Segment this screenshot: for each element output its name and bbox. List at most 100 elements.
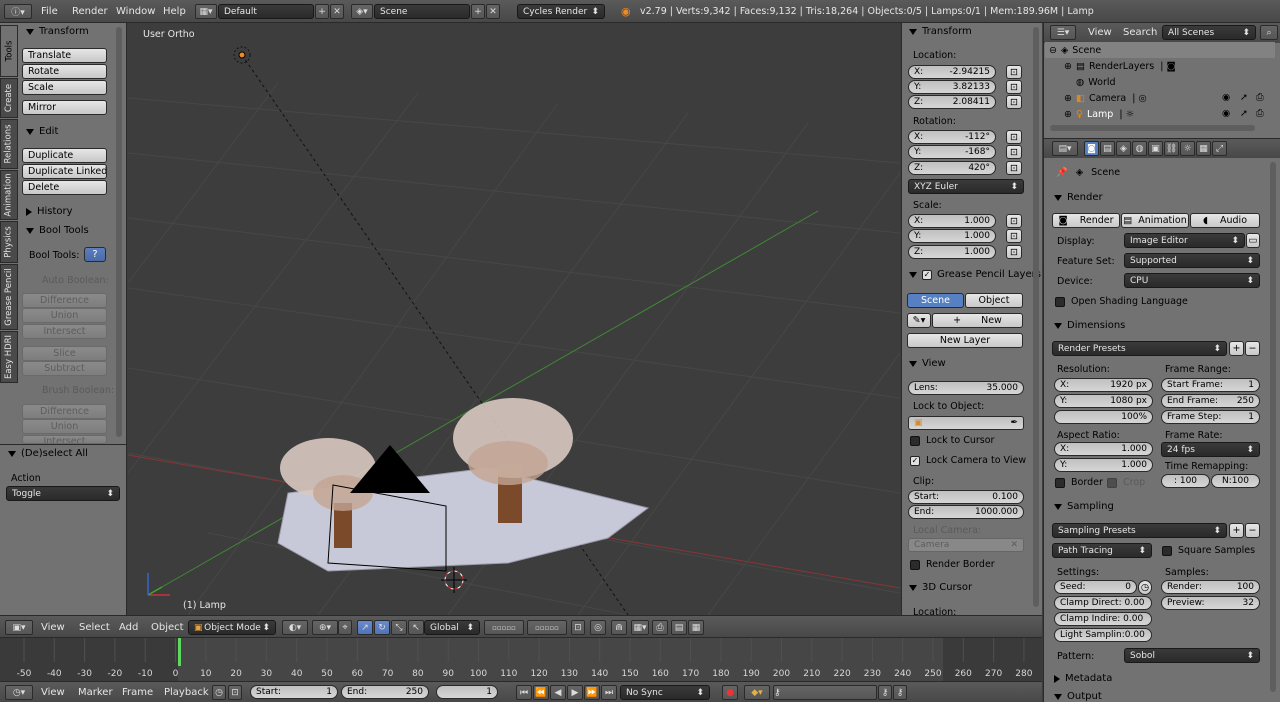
render-border-checkbox[interactable] — [910, 559, 920, 570]
jump-keyframe-forward-button[interactable]: ⏩ — [584, 685, 600, 700]
gp-object-button[interactable]: Object — [965, 293, 1023, 308]
renderlayers-context-icon[interactable]: ▤ — [1100, 141, 1115, 156]
lock-location-x[interactable]: ⊡ — [1006, 65, 1022, 79]
lamp-visibility-eye-icon[interactable]: ◉ — [1222, 108, 1230, 119]
lock-camera-row[interactable]: ✓ Lock Camera to View — [910, 455, 1026, 466]
outliner-item-renderlayers[interactable]: ⊕ ▤ RenderLayers | ◙ — [1064, 58, 1264, 74]
pivot-button[interactable]: ⊕▾ — [312, 620, 338, 635]
gp-scene-button[interactable]: Scene — [907, 293, 964, 308]
clamp-direct-field[interactable]: Clamp Direct: 0.00 — [1054, 596, 1152, 610]
tab-grease-pencil[interactable]: Grease Pencil — [0, 264, 18, 330]
square-samples-checkbox[interactable] — [1162, 545, 1172, 556]
metadata-panel-header[interactable]: Metadata — [1054, 673, 1112, 684]
start-frame-field[interactable]: Start: 1 — [250, 685, 338, 699]
operator-header[interactable]: (De)select All — [8, 448, 88, 459]
seed-animate-button[interactable]: ◷ — [1138, 580, 1152, 595]
preview-range-button[interactable]: ◷ — [212, 685, 226, 700]
render-border-row[interactable]: Render Border — [910, 559, 995, 570]
audio-button[interactable]: ◖ Audio — [1190, 213, 1260, 228]
rotation-mode-dropdown[interactable]: XYZ Euler ⬍ — [908, 179, 1024, 194]
extra-button[interactable]: ▦ — [688, 620, 704, 635]
viewport-menu-object[interactable]: Object — [151, 622, 184, 633]
menu-help[interactable]: Help — [163, 6, 186, 17]
timeline-menu-frame[interactable]: Frame — [122, 687, 153, 698]
outliner-menu-view[interactable]: View — [1088, 27, 1112, 38]
shading-button[interactable]: ◐▾ — [282, 620, 308, 635]
timeline-menu-playback[interactable]: Playback — [164, 687, 209, 698]
preview-samples-field[interactable]: Preview: 32 — [1161, 596, 1260, 610]
lock-location-z[interactable]: ⊡ — [1006, 95, 1022, 109]
snap-target-button[interactable]: ▦▾ — [631, 620, 649, 635]
sampling-presets-dropdown[interactable]: Sampling Presets ⬍ — [1052, 523, 1227, 538]
outliner-hscrollbar[interactable] — [1050, 125, 1255, 131]
outliner-item-lamp[interactable]: ⊕ ♀ Lamp | ☼ — [1064, 106, 1234, 122]
normal-manipulator[interactable]: ↖ — [408, 620, 424, 635]
pattern-dropdown[interactable]: Sobol ⬍ — [1124, 648, 1260, 663]
scale-x-field[interactable]: X: 1.000 — [908, 214, 996, 228]
info-editor-type-button[interactable]: ⓘ▾ — [4, 4, 32, 19]
location-y-field[interactable]: Y: 3.82133 — [908, 80, 996, 94]
frame-rate-dropdown[interactable]: 24 fps ⬍ — [1161, 442, 1260, 457]
display-dropdown[interactable]: Image Editor ⬍ — [1124, 233, 1245, 248]
outliner-item-scene[interactable]: ⊖ ◈ Scene — [1045, 42, 1275, 58]
square-samples-row[interactable]: Square Samples — [1162, 545, 1255, 556]
mode-dropdown[interactable]: ▣ Object Mode ⬍ — [188, 620, 276, 635]
translate-button[interactable]: Translate — [22, 48, 107, 63]
time-remap-old-field[interactable]: : 100 — [1161, 474, 1210, 488]
editor-type-button[interactable]: ▣▾ — [5, 620, 33, 635]
jump-keyframe-back-button[interactable]: ⏪ — [533, 685, 549, 700]
end-frame-prop-field[interactable]: End Frame: 250 — [1161, 394, 1260, 408]
record-button[interactable]: ● — [722, 685, 738, 700]
location-z-field[interactable]: Z: 2.08411 — [908, 95, 996, 109]
scene-type-button[interactable]: ◈▾ — [351, 4, 373, 19]
expand-icon[interactable]: ⊕ — [1064, 61, 1072, 72]
panel-booltools-header[interactable]: Bool Tools — [26, 225, 89, 236]
viewport-menu-view[interactable]: View — [41, 622, 65, 633]
render-presets-dropdown[interactable]: Render Presets ⬍ — [1052, 341, 1227, 356]
object-context-icon[interactable]: ▣ — [1148, 141, 1163, 156]
feature-set-dropdown[interactable]: Supported ⬍ — [1124, 253, 1260, 268]
scene-remove-button[interactable]: ✕ — [486, 4, 500, 19]
opengl-render-button[interactable]: ⎙ — [652, 620, 668, 635]
clip-end-field[interactable]: End: 1000.000 — [908, 505, 1024, 519]
delete-keyframe-button[interactable]: ⚷ — [893, 685, 907, 700]
time-remap-new-field[interactable]: N:100 — [1211, 474, 1260, 488]
layers-group-1[interactable]: ▫▫▫▫▫ — [484, 620, 524, 635]
manipulator-toggle[interactable]: ⌖ — [338, 620, 352, 635]
constraints-context-icon[interactable]: ⛓ — [1164, 141, 1179, 156]
lock-scale-z[interactable]: ⊡ — [1006, 245, 1022, 259]
tab-animation[interactable]: Animation — [0, 170, 18, 220]
lock-object-field[interactable]: ▣ ✒ — [908, 416, 1024, 430]
scale-z-field[interactable]: Z: 1.000 — [908, 245, 996, 259]
tool-shelf-scrollbar[interactable] — [116, 27, 122, 437]
lock-rotation-x[interactable]: ⊡ — [1006, 130, 1022, 144]
timeline-editor-type[interactable]: ◷▾ — [5, 685, 33, 700]
viewport-menu-select[interactable]: Select — [79, 622, 110, 633]
start-frame-prop-field[interactable]: Start Frame: 1 — [1161, 378, 1260, 392]
orientation-dropdown[interactable]: Global ⬍ — [424, 620, 480, 635]
jump-start-button[interactable]: ⏮ — [516, 685, 532, 700]
sync-dropdown[interactable]: No Sync ⬍ — [620, 685, 710, 700]
menu-render[interactable]: Render — [72, 6, 108, 17]
viewport-menu-add[interactable]: Add — [119, 622, 138, 633]
end-frame-field[interactable]: End: 250 — [341, 685, 429, 699]
resolution-y-field[interactable]: Y: 1080 px — [1054, 394, 1153, 408]
lock-range-button[interactable]: ⊡ — [228, 685, 242, 700]
rotation-x-field[interactable]: X: -112° — [908, 130, 996, 144]
layout-selector[interactable]: Default — [218, 4, 314, 19]
panel-history-header[interactable]: History — [26, 206, 73, 217]
proportional-edit-button[interactable]: ◎ — [590, 620, 606, 635]
texture-context-icon[interactable]: ▦ — [1196, 141, 1211, 156]
world-context-icon[interactable]: ◍ — [1132, 141, 1147, 156]
dimensions-panel-header[interactable]: Dimensions — [1054, 320, 1125, 331]
aspect-y-field[interactable]: Y: 1.000 — [1054, 458, 1153, 472]
properties-scrollbar[interactable] — [1270, 162, 1276, 692]
properties-editor-type[interactable]: ▤▾ — [1052, 141, 1078, 156]
menu-window[interactable]: Window — [116, 6, 155, 17]
layout-add-button[interactable]: + — [315, 4, 329, 19]
tab-easy-hdri[interactable]: Easy HDRI — [0, 331, 18, 383]
outliner-filter-dropdown[interactable]: All Scenes ⬍ — [1162, 25, 1256, 40]
menu-file[interactable]: File — [41, 6, 58, 17]
gp-new-button[interactable]: + New — [932, 313, 1023, 328]
data-context-icon[interactable]: ☼ — [1180, 141, 1195, 156]
